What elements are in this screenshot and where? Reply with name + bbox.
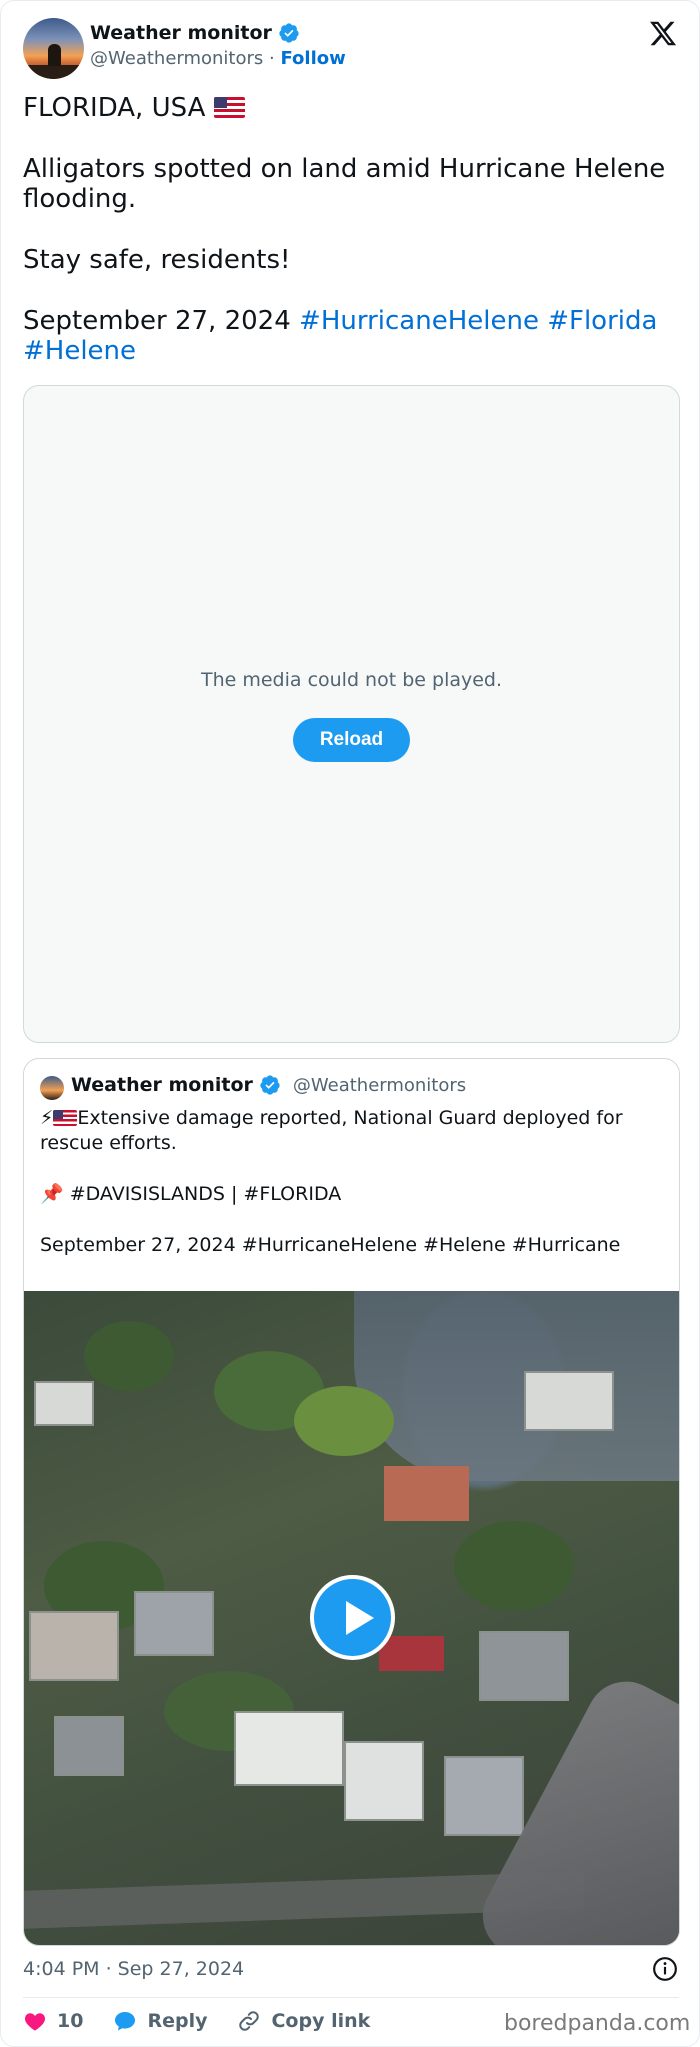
- avatar-ground: [23, 65, 84, 79]
- author-name[interactable]: Weather monitor: [90, 22, 272, 44]
- reply-bubble-icon: [115, 2012, 136, 2031]
- tree-canopy: [454, 1521, 574, 1611]
- author-sub-row: @Weathermonitors · Follow: [90, 48, 346, 69]
- play-icon[interactable]: [310, 1575, 395, 1660]
- tweet-line-location: FLORIDA, USA: [23, 93, 679, 123]
- tweet-card: Weather monitor @Weathermonitors · Follo…: [0, 0, 700, 2047]
- tweet-line-main: Alligators spotted on land amid Hurrican…: [23, 154, 666, 214]
- quoted-line-location: 📌 #DAVISISLANDS | #FLORIDA: [40, 1183, 342, 1205]
- tweet-text: FLORIDA, USA Alligators spotted on land …: [23, 93, 679, 366]
- hashtag-link[interactable]: #Helene: [23, 336, 136, 366]
- info-icon[interactable]: [652, 1956, 678, 1982]
- house: [134, 1591, 214, 1656]
- like-count: 10: [57, 2010, 84, 2032]
- verified-badge-icon: [279, 23, 299, 43]
- author-handle[interactable]: @Weathermonitors: [90, 48, 263, 69]
- hashtag-link[interactable]: #Florida: [547, 306, 657, 336]
- reply-label: Reply: [147, 2010, 208, 2032]
- tweet-date: September 27, 2024: [23, 306, 291, 336]
- video-thumbnail[interactable]: [24, 1291, 679, 1945]
- tree-canopy: [84, 1321, 174, 1391]
- x-logo-icon[interactable]: [648, 19, 678, 48]
- house: [479, 1631, 569, 1701]
- house: [34, 1381, 94, 1426]
- us-flag-icon: [213, 97, 245, 118]
- quoted-author-name: Weather monitor: [71, 1074, 253, 1096]
- avatar-silhouette: [48, 44, 61, 66]
- quoted-avatar: [40, 1076, 64, 1100]
- watermark: boredpanda.com: [504, 2011, 691, 2036]
- house: [444, 1756, 524, 1836]
- quoted-text: ⚡ Extensive damage reported, National Gua…: [40, 1106, 670, 1258]
- verified-badge-icon: [260, 1075, 280, 1095]
- reload-button[interactable]: Reload: [293, 718, 410, 762]
- tweet-line-date-tags: September 27, 2024 #HurricaneHelene #Flo…: [23, 306, 679, 366]
- tweet-line-safety: Stay safe, residents!: [23, 245, 291, 275]
- house: [29, 1611, 119, 1681]
- quoted-line-date-tags: September 27, 2024 #HurricaneHelene #Hel…: [40, 1234, 621, 1256]
- quoted-tweet[interactable]: Weather monitor @Weathermonitors ⚡ Extens…: [23, 1058, 680, 1946]
- location-text: FLORIDA, USA: [23, 93, 206, 123]
- reply-button[interactable]: Reply: [113, 2009, 207, 2033]
- red-roof: [384, 1466, 469, 1521]
- tweet-timestamp[interactable]: 4:04 PM · Sep 27, 2024: [23, 1958, 244, 1980]
- house: [54, 1716, 124, 1776]
- copy-link-button[interactable]: Copy link: [237, 2009, 370, 2033]
- house: [234, 1711, 344, 1786]
- link-icon: [239, 2011, 260, 2031]
- house: [344, 1741, 424, 1821]
- like-button[interactable]: 10: [23, 2009, 83, 2033]
- author-block: Weather monitor @Weathermonitors · Follo…: [90, 22, 346, 69]
- author-avatar[interactable]: [23, 18, 84, 79]
- media-error-message: The media could not be played.: [200, 669, 503, 691]
- quoted-header: Weather monitor @Weathermonitors: [71, 1074, 466, 1096]
- lightning-icon: ⚡: [40, 1107, 54, 1129]
- separator-dot: ·: [269, 48, 275, 69]
- quoted-author-handle: @Weathermonitors: [292, 1074, 467, 1096]
- flood-water: [354, 1291, 679, 1481]
- author-name-row[interactable]: Weather monitor: [90, 22, 300, 44]
- tree-canopy: [294, 1386, 394, 1456]
- heart-icon: [24, 2013, 46, 2031]
- us-flag-icon: [53, 1110, 78, 1126]
- quoted-damage-text: Extensive damage reported, National Guar…: [40, 1107, 623, 1154]
- house: [524, 1371, 614, 1431]
- action-bar: 10 Reply Copy link: [23, 2004, 400, 2038]
- quoted-line-damage: ⚡ Extensive damage reported, National Gua…: [40, 1106, 670, 1156]
- footer-divider: [23, 1997, 679, 1998]
- follow-button[interactable]: Follow: [280, 48, 345, 69]
- red-roof: [379, 1636, 444, 1671]
- hashtag-link[interactable]: #HurricaneHelene: [299, 306, 539, 336]
- copy-link-label: Copy link: [271, 2010, 371, 2032]
- media-error-panel: The media could not be played. Reload: [23, 385, 680, 1043]
